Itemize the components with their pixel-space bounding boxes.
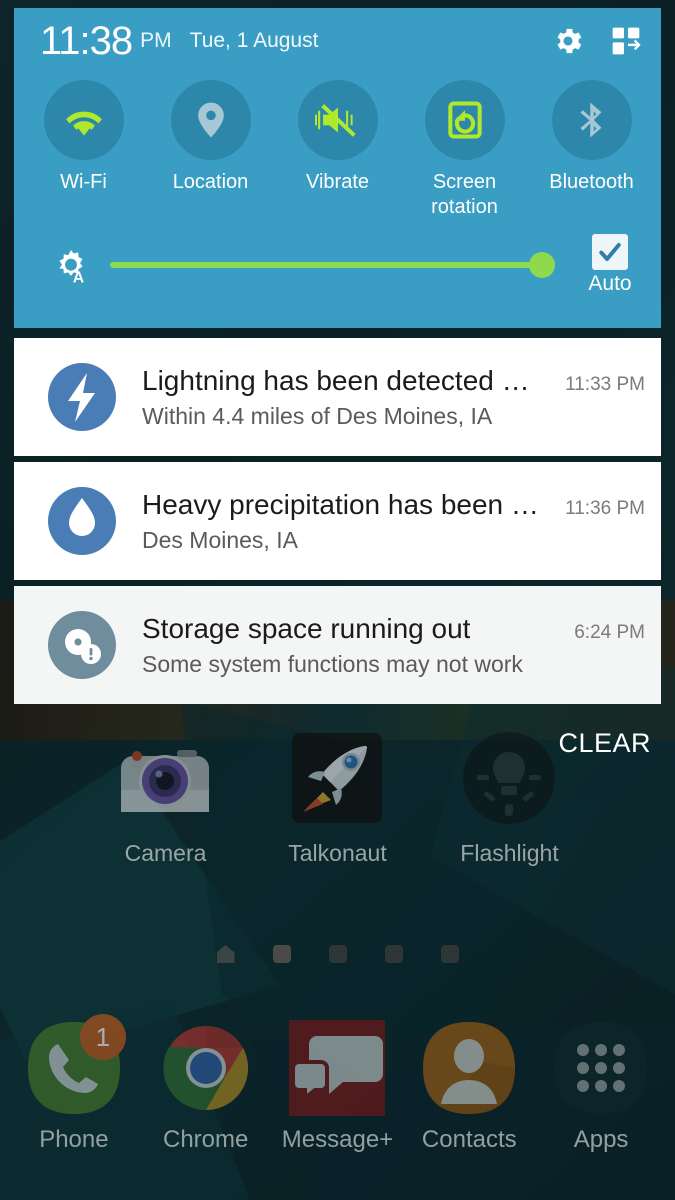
app-label: Flashlight <box>460 840 559 866</box>
notification-subtitle: Some system functions may not work <box>142 650 523 677</box>
notification-title: Lightning has been detected … <box>142 364 530 396</box>
notification-time: 11:33 PM <box>565 373 645 395</box>
page-dot[interactable] <box>384 945 403 963</box>
page-dot-home[interactable] <box>216 945 235 963</box>
dock-item-contacts[interactable]: Contacts <box>409 1018 529 1154</box>
rocket-app-icon <box>287 728 389 830</box>
toggle-circle <box>43 80 124 160</box>
dock-label: Message+ <box>281 1126 394 1153</box>
dock-label: Contacts <box>421 1126 517 1153</box>
clock-date: Tue, 1 August <box>189 29 319 52</box>
clock-time: 11:38 <box>40 19 133 63</box>
page-dot[interactable] <box>328 945 347 963</box>
notification-title: Storage space running out <box>142 612 471 644</box>
lightning-bolt-icon <box>44 359 120 435</box>
clear-notifications-button[interactable]: CLEAR <box>548 722 661 765</box>
quick-settings-toggles: Wi-Fi Location Vibrate Screen rotation B… <box>14 74 661 220</box>
dock-item-phone[interactable]: 1 Phone <box>14 1014 134 1154</box>
toggle-circle <box>424 80 505 160</box>
slider-track <box>110 262 555 268</box>
toggle-bluetooth[interactable]: Bluetooth <box>528 80 655 220</box>
contacts-app-icon <box>419 1018 519 1118</box>
toggle-label: Location <box>172 171 249 193</box>
camera-app-icon <box>115 728 217 830</box>
toggle-label: Bluetooth <box>549 171 634 193</box>
chrome-app-icon <box>156 1018 256 1118</box>
notification-item[interactable]: Lightning has been detected … 11:33 PM W… <box>14 338 661 456</box>
storage-warning-icon <box>44 607 120 683</box>
notification-item[interactable]: Heavy precipitation has been … 11:36 PM … <box>14 462 661 580</box>
quick-settings-edit-icon[interactable] <box>597 12 655 70</box>
app-label: Camera <box>124 840 207 866</box>
shade-header: 11:38 PM Tue, 1 August <box>14 8 661 74</box>
toggle-screen-rotation[interactable]: Screen rotation <box>401 80 528 220</box>
page-dot-active[interactable] <box>272 945 291 963</box>
bluetooth-icon <box>579 102 601 138</box>
brightness-control-row: A Auto <box>14 224 661 306</box>
flashlight-app-icon <box>459 728 561 830</box>
toggle-circle <box>551 80 632 160</box>
app-talkonaut[interactable]: Talkonaut <box>275 728 401 867</box>
notification-list: Lightning has been detected … 11:33 PM W… <box>14 338 661 710</box>
toggle-label: Vibrate <box>305 171 369 193</box>
location-pin-icon <box>197 102 224 138</box>
dock: 1 Phone Chrome Message+ Contacts Apps <box>0 1014 675 1154</box>
water-drop-icon <box>44 483 120 559</box>
page-dot[interactable] <box>440 945 459 963</box>
notification-time: 6:24 PM <box>574 621 645 643</box>
notification-time: 11:36 PM <box>565 497 645 519</box>
notification-subtitle: Within 4.4 miles of Des Moines, IA <box>142 402 493 429</box>
notification-text: Heavy precipitation has been … 11:36 PM … <box>142 489 645 554</box>
notification-title: Heavy precipitation has been … <box>142 488 539 520</box>
app-camera[interactable]: Camera <box>103 728 229 867</box>
gear-icon[interactable] <box>539 12 597 70</box>
toggle-circle <box>297 80 378 160</box>
svg-text:A: A <box>73 270 84 287</box>
messages-app-icon <box>287 1018 387 1118</box>
dock-label: Apps <box>573 1126 629 1153</box>
vibrate-mute-icon <box>314 104 356 137</box>
dock-item-messageplus[interactable]: Message+ <box>277 1018 397 1154</box>
dock-label: Chrome <box>163 1126 249 1153</box>
toggle-label: Screen rotation <box>431 171 498 218</box>
slider-thumb[interactable] <box>529 252 555 278</box>
clock-ampm: PM <box>140 29 172 52</box>
notification-text: Lightning has been detected … 11:33 PM W… <box>142 365 645 430</box>
notification-shade-panel: 11:38 PM Tue, 1 August Wi-Fi Location Vi… <box>14 8 661 328</box>
dock-item-chrome[interactable]: Chrome <box>146 1018 266 1154</box>
brightness-auto-icon: A <box>40 244 102 286</box>
apps-grid-icon <box>551 1018 651 1118</box>
toggle-vibrate[interactable]: Vibrate <box>274 80 401 220</box>
notification-subtitle: Des Moines, IA <box>142 526 298 553</box>
dock-label: Phone <box>39 1126 109 1153</box>
phone-app-icon: 1 <box>24 1014 126 1118</box>
auto-checkbox[interactable] <box>592 234 628 270</box>
notification-text: Storage space running out 6:24 PM Some s… <box>142 613 645 678</box>
dock-item-apps[interactable]: Apps <box>541 1018 661 1154</box>
auto-label: Auto <box>588 272 632 295</box>
wifi-icon <box>65 111 102 136</box>
page-indicator <box>0 945 675 963</box>
notification-item[interactable]: Storage space running out 6:24 PM Some s… <box>14 586 661 704</box>
app-label: Talkonaut <box>288 840 387 866</box>
toggle-location[interactable]: Location <box>147 80 274 220</box>
screen-rotation-icon <box>447 101 482 139</box>
auto-brightness-toggle[interactable]: Auto <box>573 234 647 296</box>
notification-title-row: Storage space running out 6:24 PM <box>142 613 645 645</box>
toggle-wifi[interactable]: Wi-Fi <box>20 80 147 220</box>
toggle-circle <box>170 80 251 160</box>
checkmark-icon <box>599 243 621 261</box>
notification-title-row: Heavy precipitation has been … 11:36 PM <box>142 489 645 521</box>
notification-title-row: Lightning has been detected … 11:33 PM <box>142 365 645 397</box>
toggle-label: Wi-Fi <box>60 171 107 193</box>
brightness-slider[interactable] <box>110 245 555 285</box>
phone-badge: 1 <box>79 1014 126 1060</box>
